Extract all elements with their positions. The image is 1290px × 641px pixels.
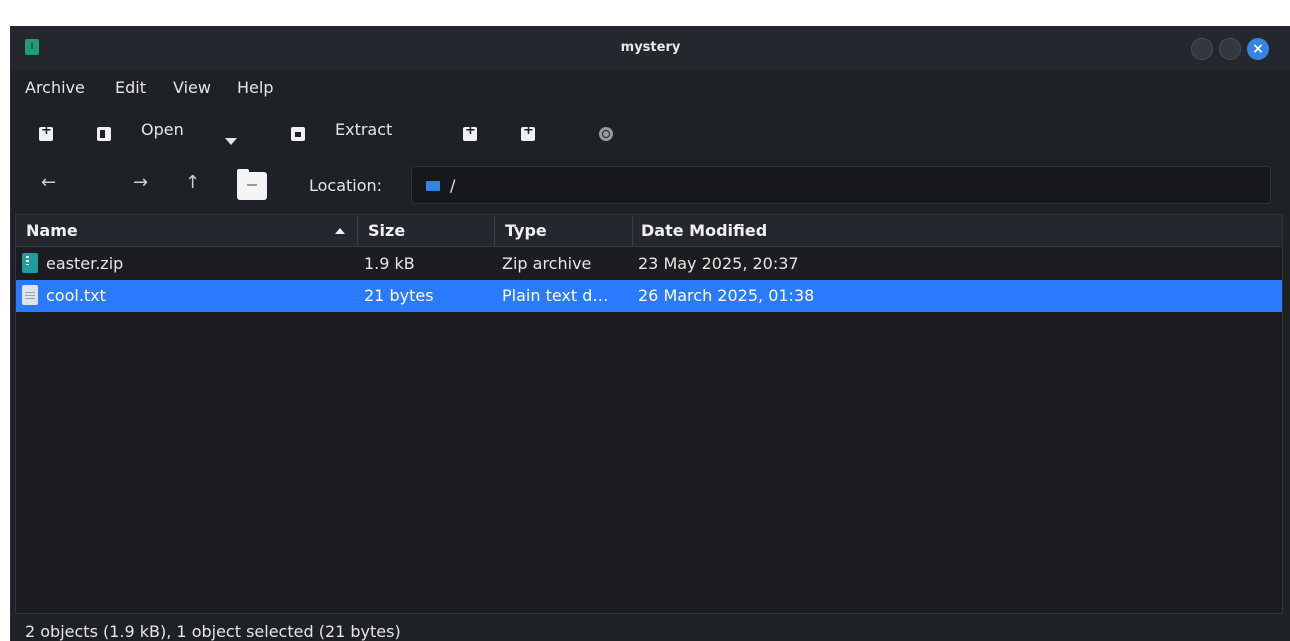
column-date-modified[interactable]: Date Modified bbox=[633, 215, 1282, 247]
navigation-bar: ← → ↑ Location: / bbox=[11, 166, 1290, 208]
column-size[interactable]: Size bbox=[358, 215, 495, 247]
file-type: Plain text d… bbox=[502, 286, 609, 305]
new-archive-button[interactable] bbox=[39, 123, 53, 145]
add-folder-button[interactable] bbox=[521, 123, 535, 145]
menu-archive[interactable]: Archive bbox=[25, 78, 85, 97]
location-path: / bbox=[450, 176, 456, 195]
back-arrow-icon[interactable]: ← bbox=[41, 172, 56, 193]
location-field[interactable]: / bbox=[411, 166, 1271, 204]
table-row-selected[interactable]: cool.txt 21 bytes Plain text d… 26 March… bbox=[16, 280, 1282, 312]
menu-bar: Archive Edit View Help bbox=[11, 76, 1290, 106]
close-button[interactable]: × bbox=[1247, 38, 1269, 60]
column-size-label: Size bbox=[368, 221, 406, 240]
folder-icon bbox=[426, 181, 440, 191]
column-type[interactable]: Type bbox=[495, 215, 633, 247]
sort-ascending-icon bbox=[335, 228, 345, 234]
up-arrow-icon[interactable]: ↑ bbox=[185, 172, 200, 193]
stop-icon bbox=[599, 127, 613, 141]
add-file-icon bbox=[463, 123, 477, 141]
title-bar[interactable]: mystery × bbox=[11, 26, 1290, 70]
open-archive-icon[interactable] bbox=[97, 126, 111, 145]
add-files-button[interactable] bbox=[463, 123, 477, 145]
table-row[interactable]: easter.zip 1.9 kB Zip archive 23 May 202… bbox=[16, 248, 1282, 280]
file-list[interactable]: Name Size Type Date Modified easter.zip … bbox=[15, 214, 1283, 614]
file-size: 1.9 kB bbox=[364, 254, 415, 273]
open-dropdown-button[interactable] bbox=[225, 130, 237, 149]
toolbar: Open Extract bbox=[11, 114, 1290, 154]
file-date: 23 May 2025, 20:37 bbox=[638, 254, 799, 273]
menu-view[interactable]: View bbox=[173, 78, 211, 97]
forward-arrow-icon[interactable]: → bbox=[133, 172, 148, 193]
extract-icon[interactable] bbox=[291, 126, 305, 145]
zip-file-icon bbox=[22, 253, 38, 273]
file-list-header: Name Size Type Date Modified bbox=[16, 215, 1282, 247]
file-type: Zip archive bbox=[502, 254, 592, 273]
maximize-button[interactable] bbox=[1219, 38, 1241, 60]
add-folder-icon bbox=[521, 123, 535, 141]
window-title: mystery bbox=[620, 40, 681, 55]
open-button[interactable]: Open bbox=[141, 120, 184, 139]
column-name[interactable]: Name bbox=[16, 215, 358, 247]
status-bar: 2 objects (1.9 kB), 1 object selected (2… bbox=[25, 622, 401, 641]
text-file-icon bbox=[22, 285, 38, 305]
column-type-label: Type bbox=[505, 221, 547, 240]
home-folder-icon[interactable] bbox=[237, 169, 267, 200]
menu-help[interactable]: Help bbox=[237, 78, 273, 97]
minimize-button[interactable] bbox=[1191, 38, 1213, 60]
extract-button[interactable]: Extract bbox=[335, 120, 392, 139]
archive-manager-window: mystery × Archive Edit View Help Open Ex… bbox=[10, 26, 1290, 641]
file-name: easter.zip bbox=[46, 254, 124, 273]
file-name: cool.txt bbox=[46, 286, 106, 305]
menu-edit[interactable]: Edit bbox=[115, 78, 146, 97]
column-date-label: Date Modified bbox=[641, 221, 768, 240]
new-archive-icon bbox=[39, 123, 53, 141]
file-date: 26 March 2025, 01:38 bbox=[638, 286, 815, 305]
location-label: Location: bbox=[309, 176, 383, 195]
stop-button[interactable] bbox=[599, 126, 613, 145]
chevron-down-icon bbox=[225, 138, 237, 145]
file-size: 21 bytes bbox=[364, 286, 434, 305]
column-name-label: Name bbox=[26, 221, 78, 240]
